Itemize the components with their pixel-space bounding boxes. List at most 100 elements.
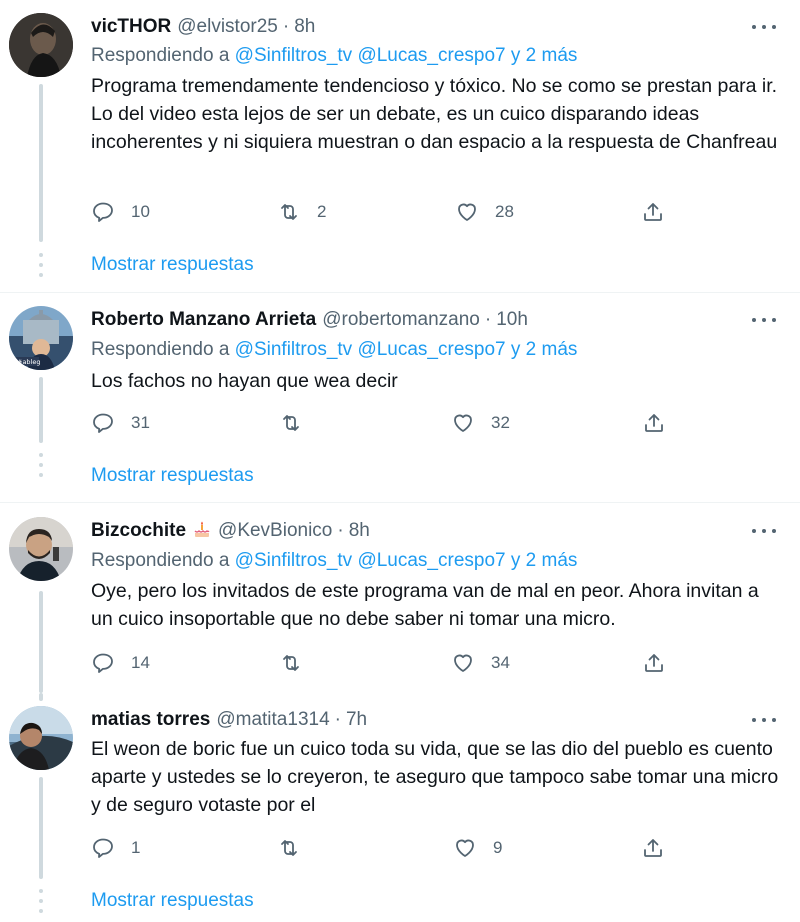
avatar-label: #ableg [17,358,41,366]
thread-line [39,693,43,701]
like-button[interactable]: 28 [455,197,514,227]
tweet-1[interactable]: vicTHOR @elvistor25 · 8h Respondiendo a … [0,0,800,290]
tweet-4[interactable]: matias torres @matita1314 · 7h El weon d… [0,693,800,922]
reply-icon [93,838,113,858]
share-icon [645,654,663,672]
birthday-cake-icon [194,521,210,537]
avatar[interactable] [9,706,73,770]
share-button[interactable] [642,408,666,438]
replying-prefix: Respondiendo a [91,339,230,360]
author-handle[interactable]: @KevBionico [218,518,332,544]
heart-icon [456,839,474,857]
reply-count: 14 [131,653,150,672]
tweet-text: Los fachos no hayan que wea decir [91,370,398,392]
thread-dots [39,453,43,483]
reply-button[interactable]: 31 [91,408,150,438]
more-icon[interactable] [752,521,776,541]
avatar-image [9,517,73,581]
tweet-3[interactable]: Bizcochite @KevBionico · 8h Respondiendo… [0,503,800,693]
replying-to: Respondiendo a @Sinfiltros_tv @Lucas_cre… [91,337,577,363]
tweet-actions: 14 34 [91,648,681,678]
tweet-time[interactable]: 8h [294,14,315,40]
replying-users-link[interactable]: @Sinfiltros_tv @Lucas_crespo7 y 2 más [235,339,578,360]
tweet-actions: 10 2 28 [91,197,681,227]
thread-dots [39,889,43,919]
replying-users-link[interactable]: @Sinfiltros_tv @Lucas_crespo7 y 2 más [235,550,578,571]
tweet-text: Oye, pero los invitados de este programa… [91,580,759,630]
replying-prefix: Respondiendo a [91,45,230,66]
tweet-text: El weon de boric fue un cuico toda su vi… [91,738,779,816]
tweet-header: matias torres @matita1314 · 7h [91,707,367,733]
tweet-actions: 1 9 [91,833,681,863]
avatar[interactable]: #ableg [9,306,73,370]
show-replies-link[interactable]: Mostrar respuestas [91,463,254,489]
replying-to: Respondiendo a @Sinfiltros_tv @Lucas_cre… [91,548,577,574]
share-button[interactable] [642,648,666,678]
tweet-time[interactable]: 8h [349,518,370,544]
author-name[interactable]: Bizcochite [91,518,186,544]
share-icon [644,839,662,857]
retweet-button[interactable] [279,648,319,678]
avatar[interactable] [9,517,73,581]
author-name[interactable]: Roberto Manzano Arrieta [91,307,316,333]
like-count: 9 [493,838,503,857]
author-handle[interactable]: @matita1314 [216,707,329,733]
tweet-header: Roberto Manzano Arrieta @robertomanzano … [91,307,528,333]
retweet-icon [281,204,297,220]
share-icon [644,203,662,221]
like-count: 32 [491,413,510,432]
reply-count: 1 [131,838,141,857]
show-replies-link[interactable]: Mostrar respuestas [91,252,254,278]
tweet-header: Bizcochite @KevBionico · 8h [91,518,370,544]
retweet-count: 2 [317,202,327,221]
author-name[interactable]: vicTHOR [91,14,171,40]
more-icon[interactable] [752,310,776,330]
retweet-icon [281,840,297,856]
separator-dot: · [282,16,290,37]
share-icon [645,414,663,432]
like-button[interactable]: 9 [453,833,502,863]
like-count: 34 [491,653,510,672]
share-button[interactable] [641,833,665,863]
avatar-image [9,13,73,77]
reply-count: 10 [131,202,150,221]
heart-icon [454,654,472,672]
replying-prefix: Respondiendo a [91,550,230,571]
like-button[interactable]: 32 [451,408,510,438]
retweet-icon [283,655,299,671]
more-icon[interactable] [752,17,776,37]
like-button[interactable]: 34 [451,648,510,678]
reply-icon [93,653,113,673]
tweet-time[interactable]: 7h [346,707,367,733]
avatar[interactable] [9,13,73,77]
separator-dot: · [334,709,341,730]
thread-line [39,591,43,693]
avatar-image: #ableg [9,306,73,370]
heart-icon [458,203,476,221]
reply-button[interactable]: 14 [91,648,150,678]
thread-line [39,84,43,242]
retweet-button[interactable] [277,833,317,863]
like-count: 28 [495,202,514,221]
tweet-header: vicTHOR @elvistor25 · 8h [91,14,315,40]
retweet-button[interactable]: 2 [277,197,326,227]
reply-button[interactable]: 1 [91,833,140,863]
share-button[interactable] [641,197,665,227]
reply-button[interactable]: 10 [91,197,150,227]
author-handle[interactable]: @elvistor25 [177,14,278,40]
more-icon[interactable] [752,710,776,730]
replying-users-link[interactable]: @Sinfiltros_tv @Lucas_crespo7 y 2 más [235,45,578,66]
separator-dot: · [484,309,492,330]
separator-dot: · [337,520,344,541]
show-replies-link[interactable]: Mostrar respuestas [91,888,254,914]
author-handle[interactable]: @robertomanzano [322,307,480,333]
tweet-time[interactable]: 10h [496,307,528,333]
replying-to: Respondiendo a @Sinfiltros_tv @Lucas_cre… [91,43,577,69]
author-name[interactable]: matias torres [91,707,210,733]
thread-dots [39,253,43,283]
tweet-text: Programa tremendamente tendencioso y tóx… [91,75,778,153]
tweet-2[interactable]: #ableg Roberto Manzano Arrieta @robertom… [0,293,800,500]
tweet-actions: 31 32 [91,408,681,438]
retweet-button[interactable] [279,408,319,438]
avatar-image [9,706,73,770]
